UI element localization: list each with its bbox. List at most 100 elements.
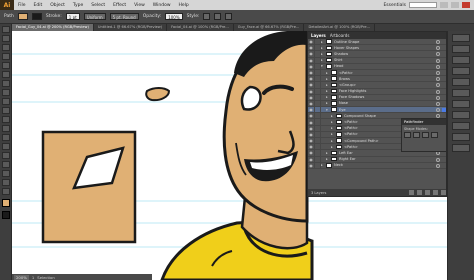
visibility-eye-icon[interactable]: ◉	[308, 63, 315, 70]
minus-front-icon[interactable]	[413, 132, 420, 138]
layers-panel-icon[interactable]	[452, 144, 470, 152]
brush-definition-dropdown[interactable]: 5 pt. Round	[109, 13, 139, 20]
new-layer-icon[interactable]	[433, 190, 438, 195]
visibility-eye-icon[interactable]: ◉	[308, 50, 315, 57]
rectangle-tool-icon[interactable]	[1, 80, 10, 87]
eye-shape[interactable]	[240, 85, 262, 111]
rotate-tool-icon[interactable]	[1, 116, 10, 123]
locate-object-icon[interactable]	[409, 190, 414, 195]
lock-toggle[interactable]	[315, 149, 321, 156]
graphic-style-icon[interactable]	[203, 13, 211, 20]
workspace-switcher[interactable]: Essentials	[383, 3, 406, 8]
visibility-eye-icon[interactable]: ◉	[308, 125, 315, 132]
swatches-panel-icon[interactable]	[452, 56, 470, 64]
target-circle-icon[interactable]	[436, 157, 440, 162]
visibility-eye-icon[interactable]: ◉	[308, 38, 315, 45]
layer-name[interactable]: <Path>	[344, 145, 358, 149]
layer-row[interactable]: ◉ ▸ Neck	[308, 162, 446, 169]
target-circle-icon[interactable]	[436, 101, 440, 106]
new-sublayer-icon[interactable]	[425, 190, 430, 195]
layer-name[interactable]: Nose	[339, 101, 348, 105]
document-tab[interactable]: Untitled-1 @ 66.67% (RGB/Preview)	[94, 24, 168, 31]
menu-edit[interactable]: Edit	[30, 3, 47, 8]
color-panel-icon[interactable]	[452, 34, 470, 42]
visibility-eye-icon[interactable]: ◉	[308, 137, 315, 144]
target-circle-icon[interactable]	[436, 52, 440, 57]
visibility-eye-icon[interactable]: ◉	[308, 143, 315, 150]
menu-type[interactable]: Type	[69, 3, 87, 8]
menu-view[interactable]: View	[130, 3, 149, 8]
visibility-eye-icon[interactable]: ◉	[308, 88, 315, 95]
layer-name[interactable]: Left Ear	[339, 151, 353, 155]
direct-selection-tool-icon[interactable]	[1, 35, 10, 42]
visibility-eye-icon[interactable]: ◉	[308, 106, 315, 113]
visibility-eye-icon[interactable]: ◉	[308, 119, 315, 126]
layer-name[interactable]: Shadow	[334, 52, 348, 56]
type-tool-icon[interactable]	[1, 62, 10, 69]
visibility-eye-icon[interactable]: ◉	[308, 75, 315, 82]
layer-name[interactable]: <Path>	[344, 132, 358, 136]
layer-name[interactable]: Brows	[339, 77, 350, 81]
zoom-tool-icon[interactable]	[1, 188, 10, 195]
visibility-eye-icon[interactable]: ◉	[308, 57, 315, 64]
lock-toggle[interactable]	[315, 156, 321, 163]
layer-name[interactable]: <Compound Path>	[344, 139, 379, 143]
close-button[interactable]	[462, 2, 470, 8]
exclude-icon[interactable]	[431, 132, 438, 138]
layer-name[interactable]: <Path>	[344, 120, 358, 124]
graphic-styles-panel-icon[interactable]	[452, 133, 470, 141]
help-search-input[interactable]	[409, 2, 437, 8]
width-tool-icon[interactable]	[1, 134, 10, 141]
stroke-color-swatch[interactable]	[1, 211, 10, 219]
target-circle-icon[interactable]	[436, 64, 440, 69]
visibility-eye-icon[interactable]: ◉	[308, 149, 315, 156]
visibility-eye-icon[interactable]: ◉	[308, 156, 315, 163]
lock-toggle[interactable]	[315, 131, 321, 138]
maximize-button[interactable]	[451, 2, 459, 8]
trash-icon[interactable]	[441, 190, 446, 195]
visibility-eye-icon[interactable]: ◉	[308, 112, 315, 119]
menu-file[interactable]: File	[14, 3, 30, 8]
layer-name[interactable]: Eye	[339, 108, 346, 112]
line-tool-icon[interactable]	[1, 71, 10, 78]
layer-name[interactable]: Outline Shape	[334, 40, 359, 44]
layer-name[interactable]: Right Ear	[339, 157, 356, 161]
free-transform-tool-icon[interactable]	[1, 143, 10, 150]
target-circle-icon[interactable]	[436, 83, 440, 88]
tab-layers[interactable]: Layers	[311, 33, 326, 38]
lock-toggle[interactable]	[315, 137, 321, 144]
lock-toggle[interactable]	[315, 88, 321, 95]
brushes-panel-icon[interactable]	[452, 67, 470, 75]
fill-color-swatch[interactable]	[1, 199, 10, 207]
appearance-panel-icon[interactable]	[452, 122, 470, 130]
layer-name[interactable]: Face Shadows	[339, 95, 364, 99]
align-icon[interactable]	[214, 13, 222, 20]
layer-name[interactable]: <Path>	[339, 71, 353, 75]
intersect-icon[interactable]	[422, 132, 429, 138]
layer-name[interactable]: Neck	[334, 163, 343, 167]
zoom-level[interactable]: 200%	[14, 274, 29, 280]
lock-toggle[interactable]	[315, 75, 321, 82]
visibility-eye-icon[interactable]: ◉	[308, 100, 315, 107]
transform-icon[interactable]	[225, 13, 233, 20]
fill-swatch[interactable]	[17, 13, 28, 20]
scale-tool-icon[interactable]	[1, 125, 10, 132]
symbols-panel-icon[interactable]	[452, 78, 470, 86]
paintbrush-tool-icon[interactable]	[1, 89, 10, 96]
transparency-panel-icon[interactable]	[452, 111, 470, 119]
hand-tool-icon[interactable]	[1, 179, 10, 186]
tab-artboards[interactable]: Artboards	[330, 33, 350, 38]
magic-wand-tool-icon[interactable]	[1, 44, 10, 51]
document-tab[interactable]: Facial_04.ai @ 100% (RGB/Pre...	[167, 24, 234, 31]
menu-effect[interactable]: Effect	[109, 3, 130, 8]
menu-object[interactable]: Object	[46, 3, 69, 8]
menu-help[interactable]: Help	[175, 3, 193, 8]
unite-icon[interactable]	[404, 132, 411, 138]
visibility-eye-icon[interactable]: ◉	[308, 131, 315, 138]
lock-toggle[interactable]	[315, 143, 321, 150]
lock-toggle[interactable]	[315, 119, 321, 126]
visibility-eye-icon[interactable]: ◉	[308, 81, 315, 88]
target-circle-icon[interactable]	[436, 70, 440, 75]
lock-toggle[interactable]	[315, 94, 321, 101]
target-circle-icon[interactable]	[436, 58, 440, 63]
